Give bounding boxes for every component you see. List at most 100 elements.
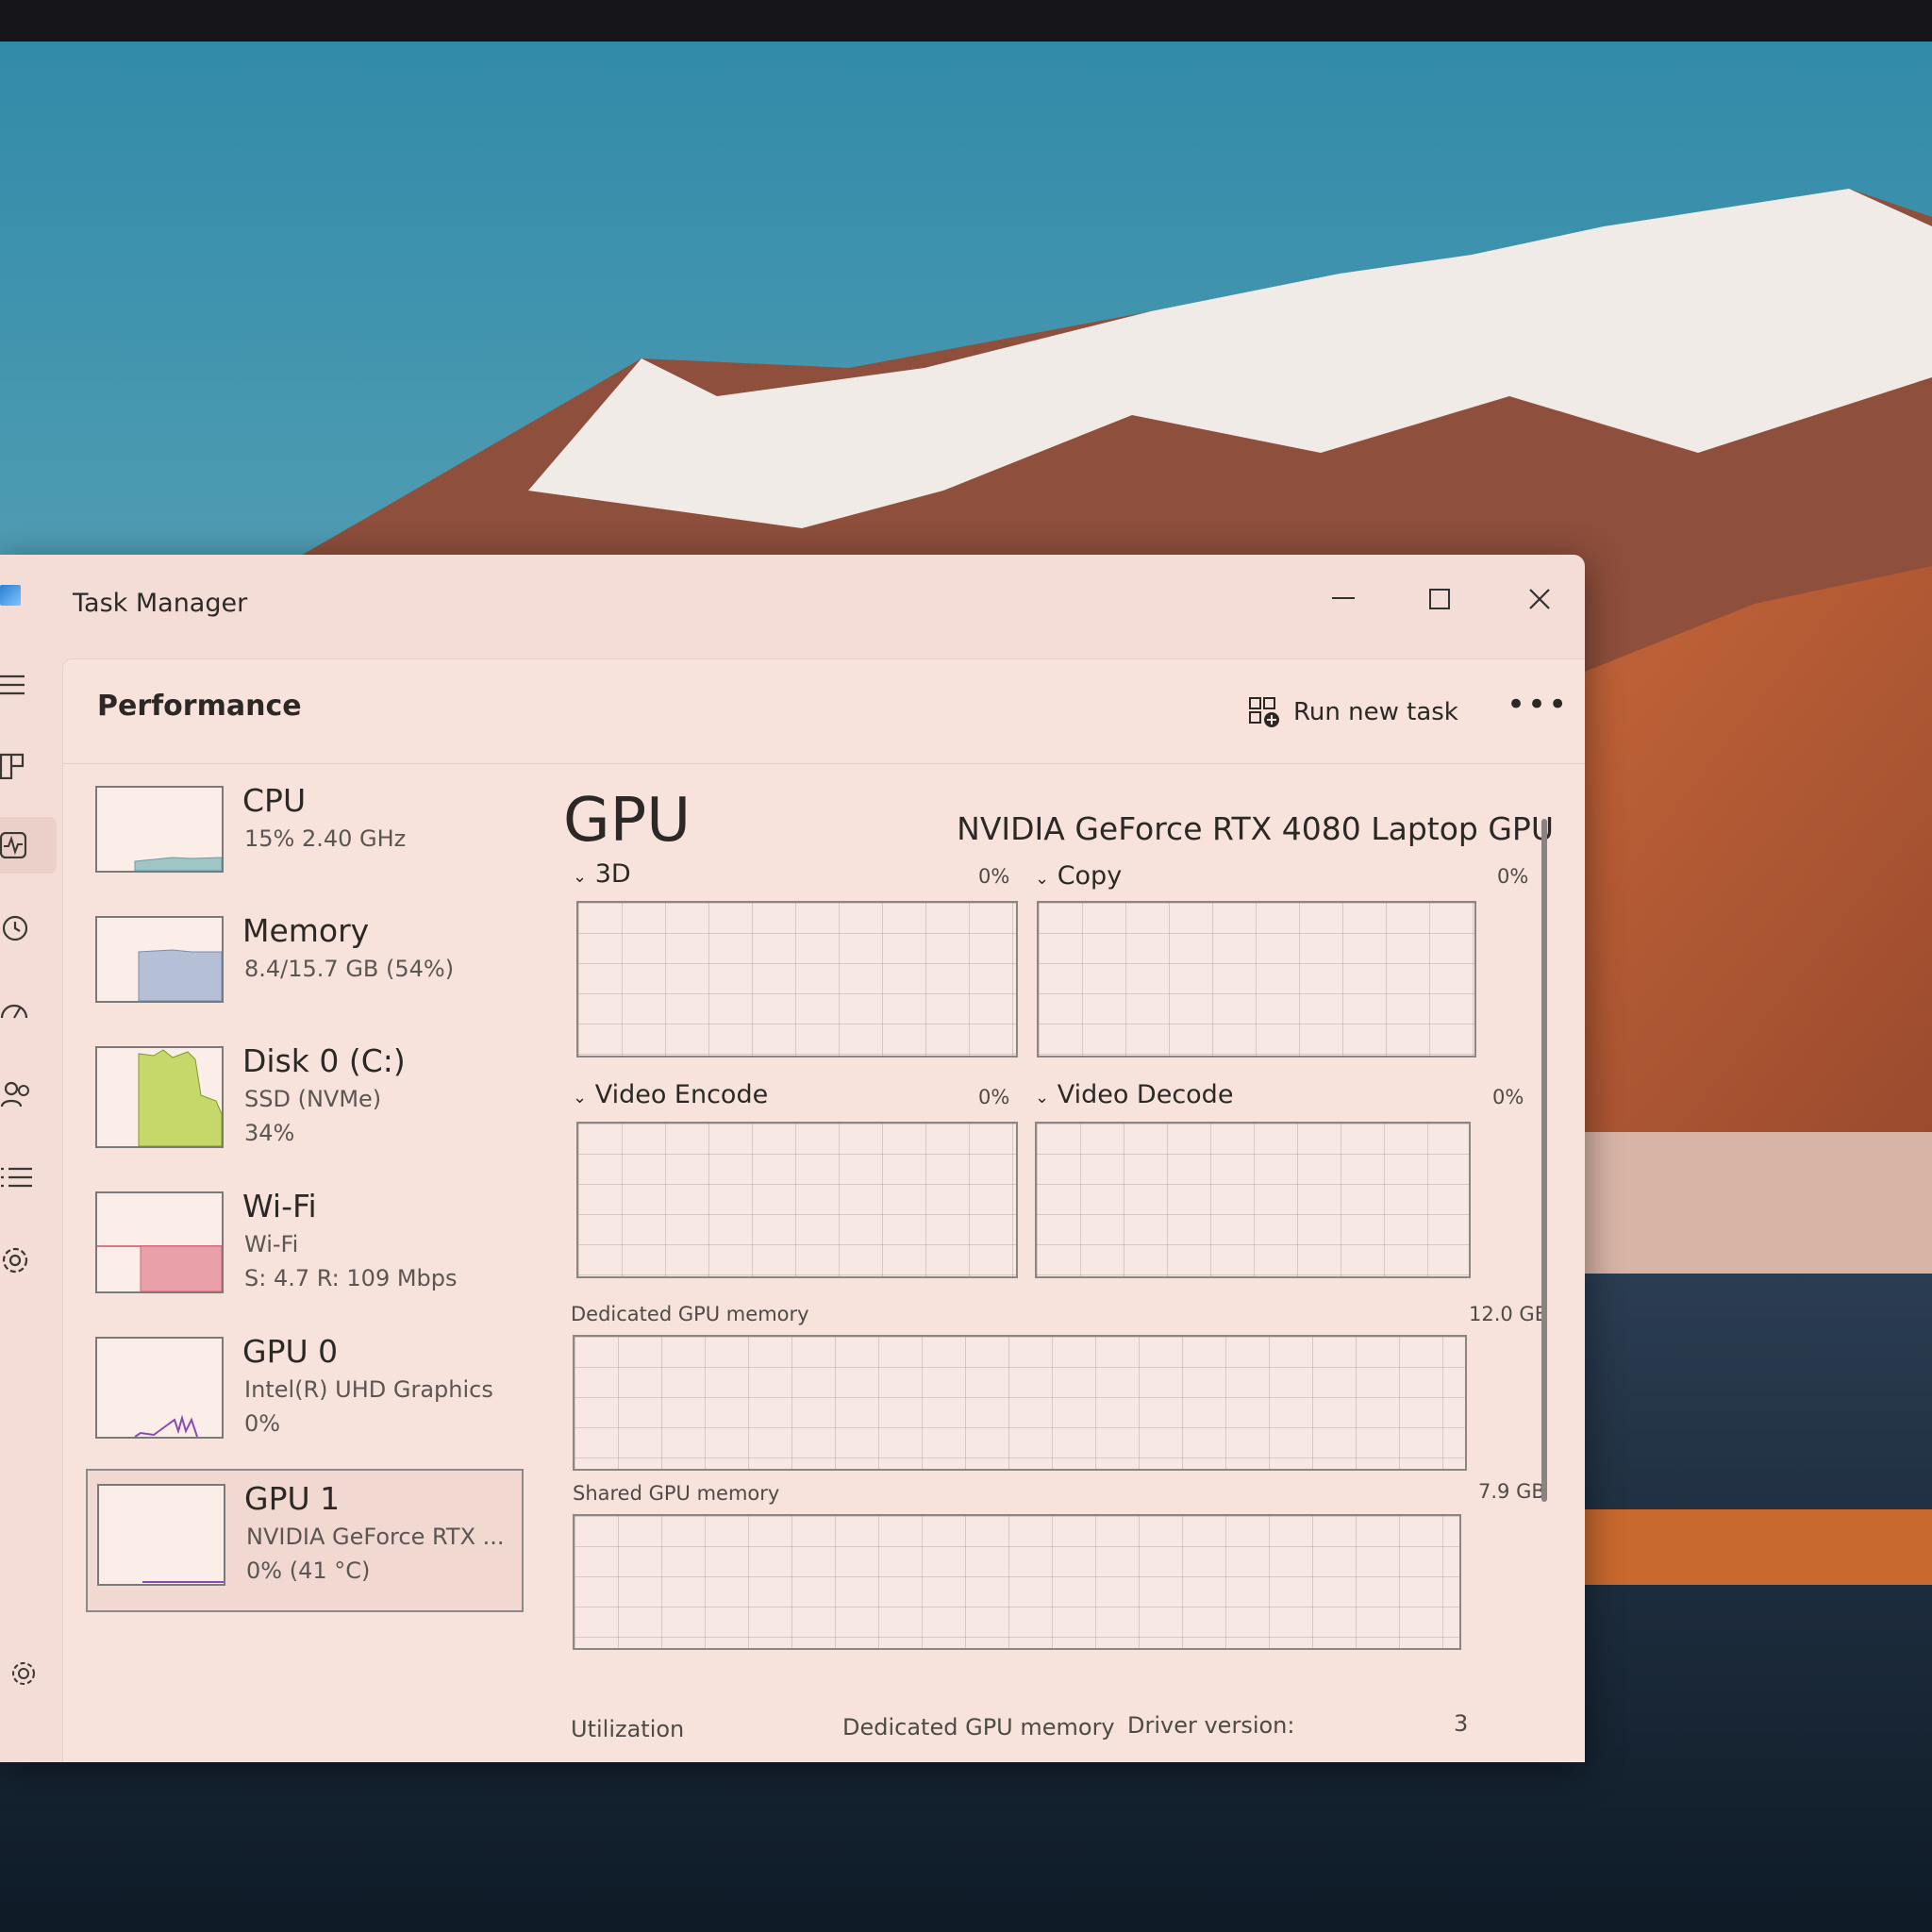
- vertical-scrollbar[interactable]: [1541, 819, 1547, 1502]
- graph-3d: [576, 901, 1018, 1058]
- engine-value: 0%: [978, 1086, 1010, 1108]
- startup-gauge-icon: [0, 1004, 28, 1019]
- engine-selector-3d[interactable]: ⌄ 3D: [573, 859, 631, 889]
- nav-app-history[interactable]: [0, 900, 57, 957]
- users-icon: [0, 1081, 29, 1108]
- shared-memory-label: Shared GPU memory: [573, 1482, 780, 1505]
- nav-menu-button[interactable]: [0, 657, 57, 713]
- performance-page: Performance Run new task ••• CPU 15% 2.4…: [62, 658, 1585, 1762]
- utilization-label: Utilization: [571, 1716, 685, 1742]
- gpu1-thumbnail-graph: [97, 1484, 225, 1586]
- driver-version-value: 3: [1454, 1710, 1469, 1737]
- device-stat-1: 8.4/15.7 GB (54%): [244, 956, 455, 982]
- monitor-bezel: [0, 0, 1932, 42]
- engine-label: Video Decode: [1057, 1080, 1234, 1109]
- engine-label: Video Encode: [594, 1080, 769, 1109]
- dedicated-memory-label: Dedicated GPU memory: [571, 1303, 809, 1325]
- chevron-down-icon: ⌄: [1035, 869, 1050, 889]
- device-item-gpu1[interactable]: GPU 1 NVIDIA GeForce RTX ... 0% (41 °C): [86, 1469, 524, 1612]
- engine-selector-video-encode[interactable]: ⌄ Video Encode: [573, 1080, 768, 1109]
- device-stat-1: NVIDIA GeForce RTX ...: [246, 1524, 505, 1550]
- run-task-icon: [1249, 697, 1279, 727]
- gpu0-thumbnail-graph: [95, 1337, 224, 1439]
- device-item-cpu[interactable]: CPU 15% 2.40 GHz: [86, 773, 520, 895]
- nav-processes[interactable]: [0, 738, 57, 794]
- task-manager-app-icon: [0, 585, 21, 606]
- cpu-thumbnail-graph: [95, 786, 224, 873]
- window-title: Task Manager: [73, 589, 248, 618]
- device-item-disk[interactable]: Disk 0 (C:) SSD (NVMe) 34%: [86, 1033, 520, 1156]
- performance-icon: [0, 832, 26, 858]
- maximize-button[interactable]: [1411, 575, 1468, 623]
- device-name: GPU 1: [244, 1480, 341, 1517]
- dedicated-memory-stat-label: Dedicated GPU memory: [842, 1714, 1115, 1740]
- chevron-down-icon: ⌄: [573, 1088, 588, 1108]
- task-manager-window: Task Manager Performance Run new task ••…: [0, 555, 1585, 1762]
- close-button[interactable]: [1511, 575, 1568, 623]
- engine-value: 0%: [978, 865, 1010, 888]
- device-stat-1: SSD (NVMe): [244, 1086, 382, 1112]
- gpu-heading: GPU: [563, 786, 691, 856]
- dedicated-memory-max: 12.0 GB: [1469, 1303, 1549, 1325]
- graph-video-decode: [1035, 1122, 1471, 1278]
- device-item-wifi[interactable]: Wi-Fi Wi-Fi S: 4.7 R: 109 Mbps: [86, 1178, 520, 1301]
- chevron-down-icon: ⌄: [573, 867, 588, 887]
- run-new-task-label: Run new task: [1293, 698, 1458, 726]
- graph-video-encode: [576, 1122, 1018, 1278]
- minimize-button[interactable]: [1315, 575, 1372, 623]
- device-list: CPU 15% 2.40 GHz Memory 8.4/15.7 GB (54%…: [86, 773, 539, 1762]
- nav-services[interactable]: [0, 1232, 57, 1289]
- device-item-gpu0[interactable]: GPU 0 Intel(R) UHD Graphics 0%: [86, 1324, 520, 1446]
- engine-label: Copy: [1057, 861, 1123, 891]
- history-icon: [2, 915, 28, 941]
- close-icon: [1529, 589, 1550, 609]
- processes-icon: [0, 753, 25, 779]
- engine-value: 0%: [1492, 1086, 1524, 1108]
- device-name: Wi-Fi: [242, 1188, 317, 1224]
- graph-copy: [1037, 901, 1476, 1058]
- maximize-icon: [1429, 589, 1450, 609]
- device-item-memory[interactable]: Memory 8.4/15.7 GB (54%): [86, 903, 520, 1025]
- engine-selector-video-decode[interactable]: ⌄ Video Decode: [1035, 1080, 1233, 1109]
- nav-users[interactable]: [0, 1066, 57, 1123]
- page-title: Performance: [97, 690, 302, 723]
- nav-settings[interactable]: [9, 1645, 66, 1702]
- gpu-model-name: NVIDIA GeForce RTX 4080 Laptop GPU: [957, 810, 1554, 847]
- device-stat-2: S: 4.7 R: 109 Mbps: [244, 1265, 458, 1291]
- graph-shared-memory: [573, 1514, 1461, 1650]
- hamburger-icon: [0, 675, 25, 695]
- details-list-icon: [1, 1167, 32, 1188]
- settings-gear-icon: [12, 1662, 35, 1685]
- device-stat-1: Intel(R) UHD Graphics: [244, 1376, 493, 1403]
- wifi-thumbnail-graph: [95, 1191, 224, 1293]
- device-stat-1: 15% 2.40 GHz: [244, 825, 407, 852]
- services-gear-icon: [2, 1247, 28, 1274]
- driver-version-label: Driver version:: [1127, 1712, 1295, 1739]
- engine-label: 3D: [594, 859, 631, 889]
- device-stat-2: 34%: [244, 1120, 295, 1146]
- device-stat-1: Wi-Fi: [244, 1231, 299, 1257]
- memory-thumbnail-graph: [95, 916, 224, 1003]
- device-name: Disk 0 (C:): [242, 1042, 406, 1079]
- nav-performance[interactable]: [0, 817, 57, 874]
- nav-startup-apps[interactable]: [0, 983, 57, 1040]
- graph-dedicated-memory: [573, 1335, 1467, 1471]
- engine-selector-copy[interactable]: ⌄ Copy: [1035, 861, 1122, 891]
- disk-thumbnail-graph: [95, 1046, 224, 1148]
- device-name: GPU 0: [242, 1333, 339, 1370]
- device-stat-2: 0%: [244, 1410, 281, 1437]
- nav-rail: [0, 658, 62, 1762]
- device-name: CPU: [242, 782, 307, 819]
- header-divider: [63, 763, 1585, 764]
- shared-memory-max: 7.9 GB: [1478, 1480, 1545, 1503]
- minimize-icon: [1332, 597, 1355, 599]
- device-name: Memory: [242, 912, 370, 949]
- device-stat-2: 0% (41 °C): [246, 1557, 371, 1584]
- nav-details[interactable]: [0, 1149, 57, 1206]
- gpu-detail-panel: GPU NVIDIA GeForce RTX 4080 Laptop GPU ⌄…: [563, 773, 1554, 1754]
- engine-value: 0%: [1497, 865, 1529, 888]
- more-options-button[interactable]: •••: [1507, 686, 1569, 724]
- title-bar[interactable]: Task Manager: [0, 555, 1585, 658]
- run-new-task-button[interactable]: Run new task: [1248, 693, 1458, 731]
- chevron-down-icon: ⌄: [1035, 1088, 1050, 1108]
